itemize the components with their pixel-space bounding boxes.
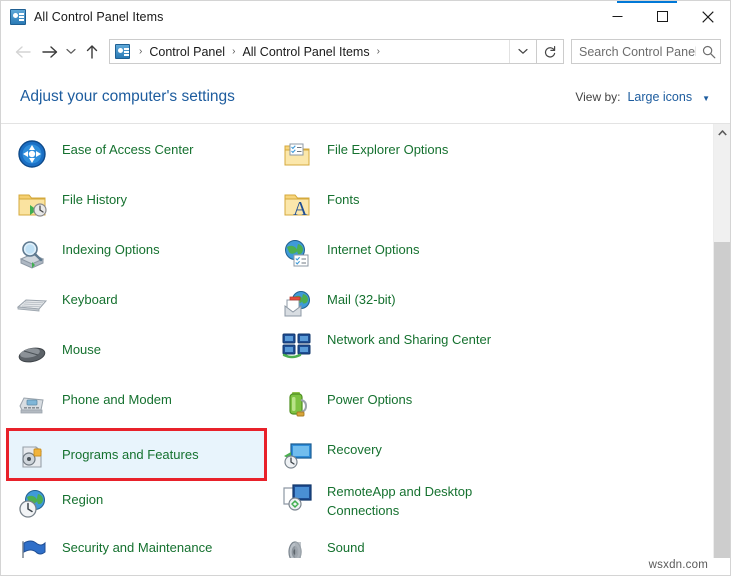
address-control-panel-icon [115, 44, 130, 59]
item-label: Sound [327, 538, 365, 557]
control-panel-icon [10, 9, 26, 25]
item-programs-and-features[interactable]: Programs and Features [9, 431, 264, 478]
item-remoteapp-and-desktop-connections[interactable]: RemoteApp and Desktop Connections [266, 476, 511, 526]
mail-icon [281, 288, 313, 320]
item-region[interactable]: Region [1, 484, 103, 534]
internet-options-icon [281, 238, 313, 270]
breadcrumb-separator: › [134, 46, 147, 57]
breadcrumb-separator: › [372, 46, 385, 57]
item-label: File History [62, 190, 127, 209]
watermark: wsxdn.com [649, 559, 708, 571]
item-indexing-options[interactable]: Indexing Options [1, 234, 160, 284]
item-label: Ease of Access Center [62, 140, 194, 159]
page-title: Adjust your computer's settings [20, 88, 235, 106]
view-by-value[interactable]: Large icons [627, 90, 692, 104]
item-label: Keyboard [62, 290, 118, 309]
page-header: Adjust your computer's settings View by:… [1, 71, 730, 123]
vertical-scrollbar[interactable] [713, 124, 730, 558]
item-label: Mail (32-bit) [327, 290, 396, 309]
security-and-maintenance-icon [16, 536, 48, 558]
item-mouse[interactable]: Mouse [1, 334, 101, 384]
back-arrow-icon[interactable] [10, 39, 36, 65]
forward-arrow-icon[interactable] [36, 39, 62, 65]
search-icon[interactable] [698, 45, 720, 59]
item-label: Fonts [327, 190, 360, 209]
control-panel-items-grid: Ease of Access Center File History [1, 124, 713, 558]
item-fonts[interactable]: A Fonts [266, 184, 360, 234]
fonts-icon: A [281, 188, 313, 220]
item-label: Security and Maintenance [62, 538, 212, 557]
file-explorer-options-icon [281, 138, 313, 170]
maximize-button[interactable] [640, 1, 685, 32]
breadcrumb-item-all-control-panel-items[interactable]: All Control Panel Items [240, 45, 371, 59]
item-label: File Explorer Options [327, 140, 448, 159]
phone-and-modem-icon [16, 388, 48, 420]
navigation-toolbar: › Control Panel › All Control Panel Item… [1, 32, 730, 71]
search-box[interactable] [571, 39, 721, 64]
item-power-options[interactable]: Power Options [266, 384, 412, 434]
region-icon [16, 488, 48, 520]
item-network-and-sharing-center[interactable]: Network and Sharing Center [266, 324, 491, 374]
search-input[interactable] [572, 45, 698, 59]
recovery-icon [281, 438, 313, 470]
window-title: All Control Panel Items [34, 10, 163, 24]
mouse-icon [16, 338, 48, 370]
title-bar: All Control Panel Items [1, 1, 730, 32]
item-sound[interactable]: Sound [266, 532, 365, 558]
up-arrow-icon[interactable] [80, 39, 104, 65]
minimize-button[interactable] [595, 1, 640, 32]
item-label: Region [62, 490, 103, 509]
item-file-history[interactable]: File History [1, 184, 127, 234]
ease-of-access-icon [16, 138, 48, 170]
item-label: Indexing Options [62, 240, 160, 259]
keyboard-icon [16, 288, 48, 320]
remoteapp-icon [281, 480, 313, 512]
programs-and-features-icon [16, 439, 48, 471]
breadcrumb-separator: › [227, 46, 240, 57]
control-panel-window: All Control Panel Items [0, 0, 731, 576]
refresh-icon[interactable] [537, 39, 564, 64]
address-chevron-down-icon[interactable] [509, 40, 536, 63]
view-by-chevron-down-icon[interactable]: ▼ [702, 94, 710, 103]
item-internet-options[interactable]: Internet Options [266, 234, 420, 284]
scrollbar-thumb[interactable] [714, 242, 730, 558]
item-keyboard[interactable]: Keyboard [1, 284, 118, 334]
item-label: Recovery [327, 440, 382, 459]
item-label: Phone and Modem [62, 390, 172, 409]
close-button[interactable] [685, 1, 730, 32]
item-label: Internet Options [327, 240, 420, 259]
scroll-up-arrow-icon[interactable] [714, 124, 730, 141]
item-file-explorer-options[interactable]: File Explorer Options [266, 134, 448, 184]
content-area: Ease of Access Center File History [1, 123, 730, 558]
item-label: Programs and Features [62, 445, 199, 464]
item-ease-of-access-center[interactable]: Ease of Access Center [1, 134, 194, 184]
sound-icon [281, 536, 313, 558]
item-label: Network and Sharing Center [327, 330, 491, 349]
network-and-sharing-icon [281, 328, 313, 360]
breadcrumb-item-control-panel[interactable]: Control Panel [147, 45, 227, 59]
window-controls [595, 1, 730, 32]
view-by-control[interactable]: View by: Large icons ▼ [575, 90, 710, 104]
power-options-icon [281, 388, 313, 420]
view-by-label: View by: [575, 90, 620, 104]
item-security-and-maintenance[interactable]: Security and Maintenance [1, 532, 212, 558]
item-label: RemoteApp and Desktop Connections [327, 482, 511, 520]
recent-locations-chevron-down-icon[interactable] [62, 39, 80, 65]
item-label: Power Options [327, 390, 412, 409]
file-history-icon [16, 188, 48, 220]
item-label: Mouse [62, 340, 101, 359]
indexing-options-icon [16, 238, 48, 270]
address-bar[interactable]: › Control Panel › All Control Panel Item… [109, 39, 537, 64]
svg-text:A: A [293, 198, 308, 220]
item-phone-and-modem[interactable]: Phone and Modem [1, 384, 172, 434]
